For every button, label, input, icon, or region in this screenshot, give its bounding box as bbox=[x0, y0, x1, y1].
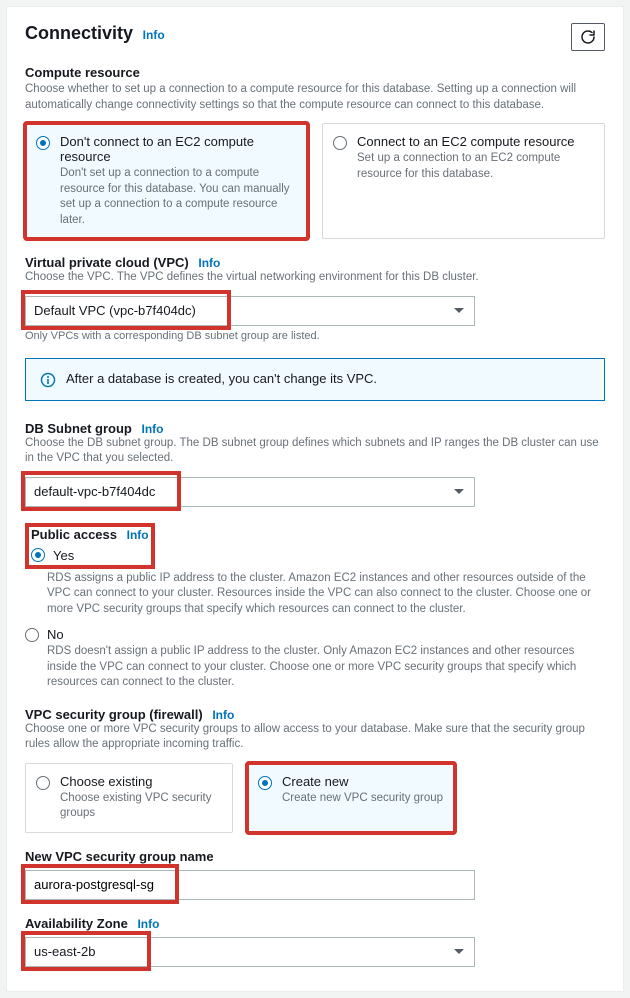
radio-dont-connect-ec2[interactable]: Don't connect to an EC2 compute resource… bbox=[25, 123, 308, 239]
subnet-title: DB Subnet group bbox=[25, 421, 132, 436]
info-icon bbox=[40, 372, 56, 388]
sgname-title: New VPC security group name bbox=[25, 849, 605, 864]
sg-existing-desc: Choose existing VPC security groups bbox=[60, 791, 222, 822]
page-title: Connectivity bbox=[25, 23, 133, 43]
az-select[interactable]: us-east-2b bbox=[25, 937, 475, 967]
sg-name-input[interactable] bbox=[25, 870, 475, 900]
public-access-info-link[interactable]: Info bbox=[127, 528, 149, 542]
radio-dont-connect-desc: Don't set up a connection to a compute r… bbox=[60, 166, 297, 228]
radio-dont-connect-title: Don't connect to an EC2 compute resource bbox=[60, 134, 297, 164]
public-access-title: Public access bbox=[31, 527, 117, 542]
az-select-value: us-east-2b bbox=[34, 944, 95, 959]
compute-resource-desc: Choose whether to set up a connection to… bbox=[25, 82, 605, 113]
public-no-desc: RDS doesn't assign a public IP address t… bbox=[47, 644, 605, 691]
radio-dot-icon bbox=[36, 776, 50, 790]
vpc-select[interactable]: Default VPC (vpc-b7f404dc) bbox=[25, 296, 475, 326]
vpc-helper: Only VPCs with a corresponding DB subnet… bbox=[25, 330, 605, 342]
sg-create-title: Create new bbox=[282, 774, 444, 789]
vpc-change-banner: After a database is created, you can't c… bbox=[25, 358, 605, 401]
vpc-title: Virtual private cloud (VPC) bbox=[25, 255, 189, 270]
radio-dot-icon bbox=[333, 136, 347, 150]
radio-connect-title: Connect to an EC2 compute resource bbox=[357, 134, 594, 149]
refresh-icon bbox=[580, 29, 596, 45]
public-yes-label: Yes bbox=[53, 548, 74, 563]
sg-info-link[interactable]: Info bbox=[212, 708, 234, 722]
public-yes-desc: RDS assigns a public IP address to the c… bbox=[47, 571, 605, 618]
subnet-desc: Choose the DB subnet group. The DB subne… bbox=[25, 436, 605, 467]
sg-existing-title: Choose existing bbox=[60, 774, 222, 789]
radio-dot-icon bbox=[258, 776, 272, 790]
sg-desc: Choose one or more VPC security groups t… bbox=[25, 722, 605, 753]
radio-dot-icon bbox=[31, 548, 45, 562]
sg-create-desc: Create new VPC security group bbox=[282, 791, 444, 807]
radio-dot-icon bbox=[36, 136, 50, 150]
radio-public-no[interactable]: No bbox=[25, 627, 605, 642]
radio-public-yes[interactable]: Yes bbox=[31, 548, 149, 563]
az-title: Availability Zone bbox=[25, 916, 128, 931]
subnet-info-link[interactable]: Info bbox=[142, 422, 164, 436]
radio-connect-ec2[interactable]: Connect to an EC2 compute resource Set u… bbox=[322, 123, 605, 239]
refresh-button[interactable] bbox=[571, 23, 605, 51]
az-info-link[interactable]: Info bbox=[137, 917, 159, 931]
compute-resource-title: Compute resource bbox=[25, 65, 605, 80]
subnet-select-value: default-vpc-b7f404dc bbox=[34, 484, 155, 499]
vpc-select-value: Default VPC (vpc-b7f404dc) bbox=[34, 303, 196, 318]
vpc-info-link[interactable]: Info bbox=[198, 256, 220, 270]
sg-title: VPC security group (firewall) bbox=[25, 707, 203, 722]
connectivity-info-link[interactable]: Info bbox=[143, 28, 165, 42]
vpc-desc: Choose the VPC. The VPC defines the virt… bbox=[25, 270, 605, 286]
radio-sg-create[interactable]: Create new Create new VPC security group bbox=[247, 763, 455, 833]
radio-connect-desc: Set up a connection to an EC2 compute re… bbox=[357, 151, 594, 182]
banner-text: After a database is created, you can't c… bbox=[66, 371, 377, 386]
subnet-select[interactable]: default-vpc-b7f404dc bbox=[25, 477, 475, 507]
public-no-label: No bbox=[47, 627, 64, 642]
radio-dot-icon bbox=[25, 628, 39, 642]
radio-sg-existing[interactable]: Choose existing Choose existing VPC secu… bbox=[25, 763, 233, 833]
